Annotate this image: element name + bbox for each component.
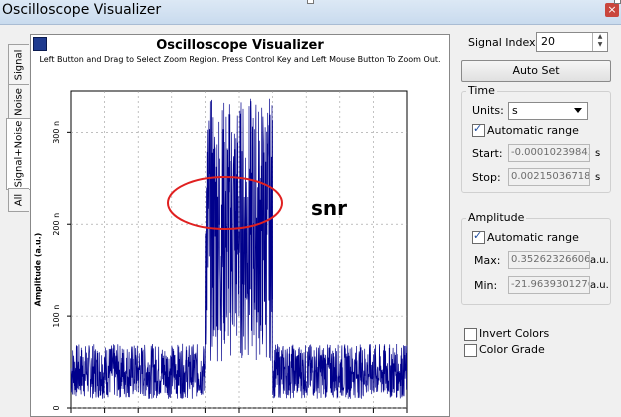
window-title: Oscilloscope Visualizer: [2, 2, 162, 18]
resize-handle-top[interactable]: [307, 0, 314, 4]
y-tick-label: 0: [52, 405, 61, 410]
max-label: Max:: [474, 254, 501, 267]
tab-signal-label: Signal: [13, 49, 25, 81]
min-label: Min:: [474, 279, 498, 292]
view-tabs: Signal Noise Signal+Noise All: [6, 40, 31, 415]
invert-colors-checkbox[interactable]: [464, 328, 477, 341]
tab-signal-noise-label: Signal+Noise: [13, 120, 25, 188]
chevron-down-icon: [574, 108, 582, 113]
tab-noise-label: Noise: [13, 88, 25, 116]
start-value: -0.000102398437: [511, 147, 589, 158]
tab-signal-noise[interactable]: Signal+Noise: [6, 118, 31, 190]
units-select[interactable]: s: [508, 102, 588, 120]
color-grade-checkbox[interactable]: [464, 344, 477, 357]
amplitude-group: Amplitude Automatic range Max: 0.3526232…: [461, 211, 611, 305]
control-panel: Signal Index: 20 ▲ ▼ Auto Set Time Units…: [456, 28, 621, 415]
time-auto-range-label: Automatic range: [487, 124, 579, 137]
y-tick-label: 200 n: [52, 213, 61, 236]
stepper-up-icon[interactable]: ▲: [593, 33, 607, 41]
max-unit: a.u.: [590, 255, 609, 266]
signal-trace: [70, 98, 408, 400]
units-label: Units:: [472, 104, 504, 117]
min-value: -21.9639301276: [511, 279, 590, 290]
signal-index-label: Signal Index:: [468, 36, 540, 49]
time-auto-range-checkbox[interactable]: [472, 122, 485, 137]
signal-index-stepper[interactable]: 20 ▲ ▼: [536, 32, 608, 52]
auto-set-button[interactable]: Auto Set: [461, 60, 611, 82]
stop-label: Stop:: [472, 171, 501, 184]
amplitude-auto-range-label: Automatic range: [487, 231, 579, 244]
tab-all-label: All: [13, 193, 25, 207]
resize-handle-top-right[interactable]: [614, 0, 621, 4]
tab-all[interactable]: All: [8, 188, 29, 212]
y-tick-label: 100 n: [52, 305, 61, 328]
invert-colors-label: Invert Colors: [479, 327, 550, 340]
plot-panel[interactable]: Oscilloscope Visualizer Left Button and …: [30, 34, 450, 417]
tab-signal[interactable]: Signal: [8, 44, 29, 86]
stop-value: 0.00215036718 7: [511, 171, 590, 182]
amplitude-auto-range-checkbox[interactable]: [472, 229, 485, 244]
start-label: Start:: [472, 147, 503, 160]
start-unit: s: [595, 148, 601, 159]
time-group-title: Time: [466, 84, 497, 97]
max-value: 0.352623266068: [511, 254, 590, 265]
color-grade-label: Color Grade: [479, 343, 545, 356]
start-field[interactable]: -0.000102398437: [508, 144, 590, 162]
min-field[interactable]: -21.9639301276: [508, 276, 590, 294]
snr-annotation-label: snr: [311, 196, 347, 220]
y-tick-label: 300 n: [52, 121, 61, 144]
time-group: Time Units: s Automatic range Start: -0.…: [461, 84, 611, 193]
stepper-down-icon[interactable]: ▼: [593, 41, 607, 49]
close-icon[interactable]: ×: [605, 3, 619, 17]
stop-unit: s: [595, 172, 601, 183]
max-field[interactable]: 0.352623266068: [508, 251, 590, 269]
amplitude-group-title: Amplitude: [466, 211, 527, 224]
oscilloscope-chart[interactable]: 0 100 n 200 n 300 n snr: [31, 35, 449, 416]
units-value: s: [512, 104, 518, 117]
min-unit: a.u.: [590, 280, 609, 291]
signal-index-value: 20: [541, 35, 555, 48]
tab-noise[interactable]: Noise: [8, 84, 29, 120]
stop-field[interactable]: 0.00215036718 7: [508, 168, 590, 186]
